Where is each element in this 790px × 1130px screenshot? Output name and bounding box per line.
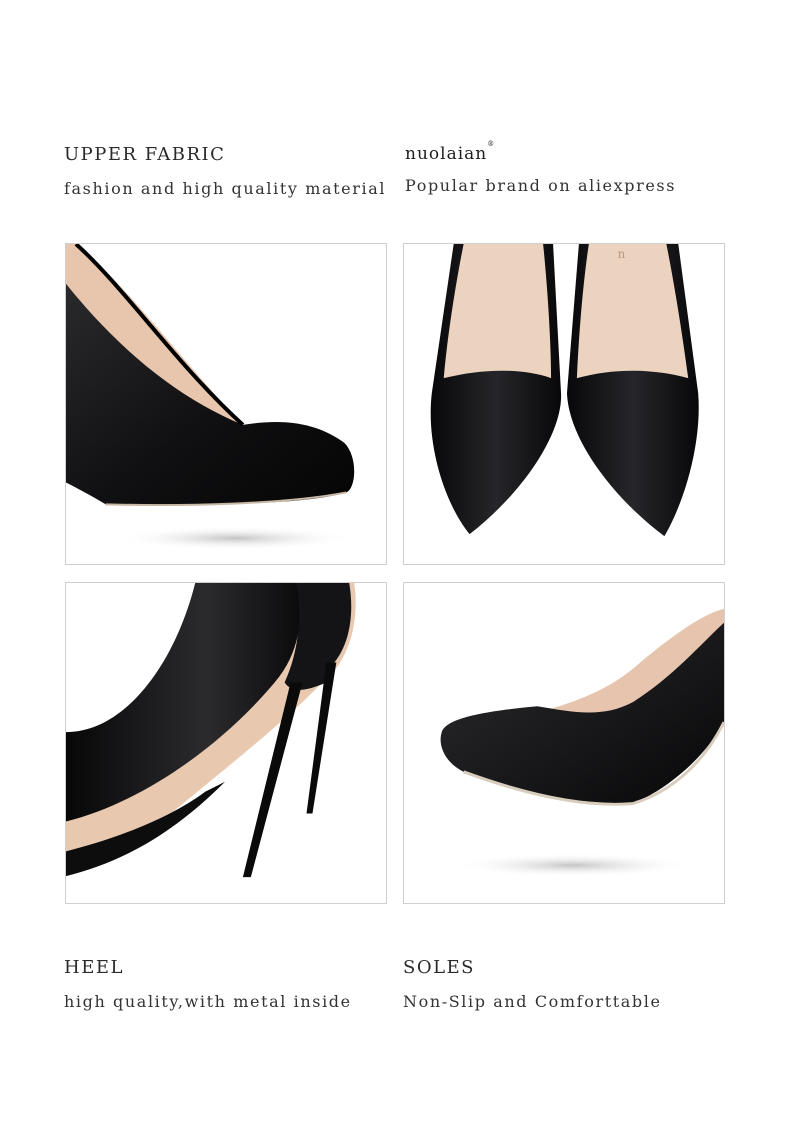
upper-fabric-title: UPPER FABRIC (64, 144, 226, 165)
upper-fabric-caption: UPPER FABRIC fashion and high quality ma… (64, 144, 386, 198)
brand-caption: nuolaian ® Popular brand on aliexpress (405, 140, 677, 195)
soles-title: SOLES (403, 957, 476, 978)
svg-text:n: n (618, 247, 626, 261)
heel-photo (65, 582, 387, 904)
shoe-sole-image (440, 608, 724, 878)
heel-caption: HEEL high quality,with metal inside (64, 957, 352, 1011)
shoe-heel-image (66, 583, 356, 878)
upper-fabric-photo (65, 243, 387, 565)
brand-photo: n (403, 243, 725, 565)
upper-fabric-subtitle: fashion and high quality material (64, 179, 387, 198)
soles-caption: SOLES Non-Slip and Comforttable (403, 957, 662, 1011)
shoe-side-toe-image (66, 244, 355, 551)
brand-subtitle: Popular brand on aliexpress (405, 176, 677, 195)
heel-title: HEEL (64, 957, 124, 978)
soles-photo (403, 582, 725, 904)
trademark-mark: ® (487, 140, 496, 148)
heel-subtitle: high quality,with metal inside (64, 992, 352, 1011)
shoe-front-pair-image: n (430, 244, 699, 537)
brand-logo: nuolaian ® (405, 140, 494, 164)
brand-logo-text: nuolaian (405, 144, 488, 164)
soles-subtitle: Non-Slip and Comforttable (403, 992, 662, 1011)
